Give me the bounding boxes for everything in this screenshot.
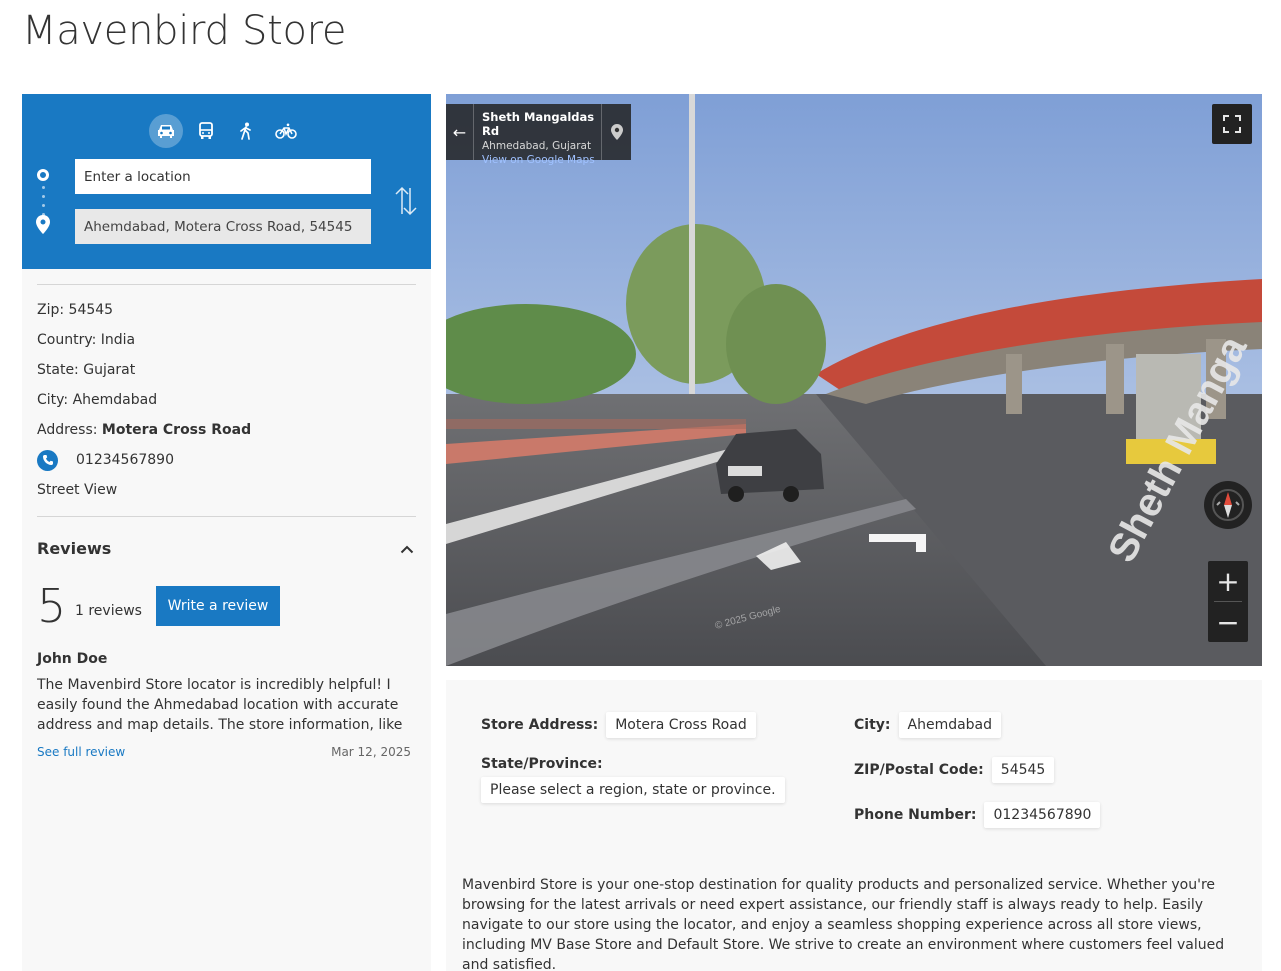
fullscreen-icon[interactable] xyxy=(1212,104,1252,144)
zip-label: ZIP/Postal Code: xyxy=(854,762,984,778)
zoom-out-button[interactable]: − xyxy=(1208,602,1248,642)
zip-text: Zip: 54545 xyxy=(37,302,114,318)
map-pin-icon[interactable] xyxy=(601,104,631,160)
phone-number[interactable]: 01234567890 xyxy=(76,445,174,475)
route-dots xyxy=(42,186,45,216)
state-text: State: Gujarat xyxy=(37,362,136,378)
phone-row: 01234567890 xyxy=(37,445,416,475)
bicycle-icon[interactable] xyxy=(269,114,303,148)
city-label: City: xyxy=(854,717,891,733)
address-value: Motera Cross Road xyxy=(101,422,252,438)
country-text: Country: India xyxy=(37,332,136,348)
review-text: The Mavenbird Store locator is incredibl… xyxy=(37,677,403,733)
page-title: Mavenbird Store xyxy=(22,8,347,54)
review-score: 5 xyxy=(37,579,67,633)
state-field-value-row: Please select a region, state or provinc… xyxy=(481,777,785,803)
review-footer: See full review Mar 12, 2025 xyxy=(37,745,416,759)
state-label: State/Province: xyxy=(481,756,603,772)
zoom-controls: + − xyxy=(1208,561,1248,642)
review-summary: 5 1 reviews Write a review xyxy=(37,579,416,633)
phone-field: Phone Number: 01234567890 xyxy=(854,802,1101,828)
destination-location-input[interactable] xyxy=(75,209,371,244)
city-field: City: Ahemdabad xyxy=(854,712,1002,738)
reviews-section: Reviews 5 1 reviews Write a review John … xyxy=(37,516,416,759)
zoom-in-button[interactable]: + xyxy=(1208,561,1248,601)
zip-field: ZIP/Postal Code: 54545 xyxy=(854,757,1055,783)
phone-label: Phone Number: xyxy=(854,807,977,823)
address-label: Address: xyxy=(37,422,102,438)
see-full-review-link[interactable]: See full review xyxy=(37,745,125,759)
store-sidebar: Zip: 54545 Country: India State: Gujarat… xyxy=(22,94,431,971)
state-field-label-row: State/Province: xyxy=(481,756,611,772)
state-value: Please select a region, state or provinc… xyxy=(481,777,785,803)
view-on-google-maps-link[interactable]: View on Google Maps xyxy=(482,154,601,166)
chevron-up-icon[interactable] xyxy=(400,539,414,558)
address-text: Address: Motera Cross Road xyxy=(37,415,416,445)
car-icon[interactable] xyxy=(149,114,183,148)
store-address-value: Motera Cross Road xyxy=(606,712,756,738)
street-area: Ahmedabad, Gujarat xyxy=(482,140,592,152)
store-details-panel: Store Address: Motera Cross Road City: A… xyxy=(446,680,1262,971)
street-scene-image: Sheth Manga © 2025 Google xyxy=(446,94,1262,666)
city-text: City: Ahemdabad xyxy=(37,392,158,408)
reviewer-name: John Doe xyxy=(37,651,108,667)
street-view-panorama[interactable]: Sheth Manga © 2025 Google ← Sheth Mangal… xyxy=(446,94,1262,666)
street-name: Sheth Mangaldas Rd xyxy=(482,110,595,138)
reviews-header[interactable]: Reviews xyxy=(37,517,416,579)
directions-panel xyxy=(22,94,431,269)
walk-icon[interactable] xyxy=(229,114,263,148)
store-description: Mavenbird Store is your one-stop destina… xyxy=(462,877,1225,971)
compass-icon[interactable] xyxy=(1204,481,1252,529)
review-date: Mar 12, 2025 xyxy=(331,745,411,759)
destination-pin-icon xyxy=(36,215,50,238)
street-view-link[interactable]: Street View xyxy=(37,475,416,505)
origin-location-input[interactable] xyxy=(75,159,371,194)
transit-icon[interactable] xyxy=(189,114,223,148)
review-count: 1 reviews xyxy=(75,603,142,619)
store-address-field: Store Address: Motera Cross Road xyxy=(481,712,756,738)
city-value: Ahemdabad xyxy=(898,712,1002,738)
phone-icon xyxy=(37,449,58,471)
reviews-title: Reviews xyxy=(37,538,112,558)
phone-value: 01234567890 xyxy=(984,802,1101,828)
write-review-button[interactable]: Write a review xyxy=(156,586,280,626)
store-address-label: Store Address: xyxy=(481,717,599,733)
swap-locations-icon[interactable] xyxy=(394,184,418,222)
back-arrow-icon[interactable]: ← xyxy=(446,104,474,160)
street-view-info-card: ← Sheth Mangaldas Rd Ahmedabad, Gujarat … xyxy=(446,104,631,166)
travel-mode-selector xyxy=(149,114,303,148)
store-info: Zip: 54545 Country: India State: Gujarat… xyxy=(37,284,416,505)
origin-dot-icon xyxy=(37,169,49,181)
zip-value: 54545 xyxy=(991,757,1055,783)
